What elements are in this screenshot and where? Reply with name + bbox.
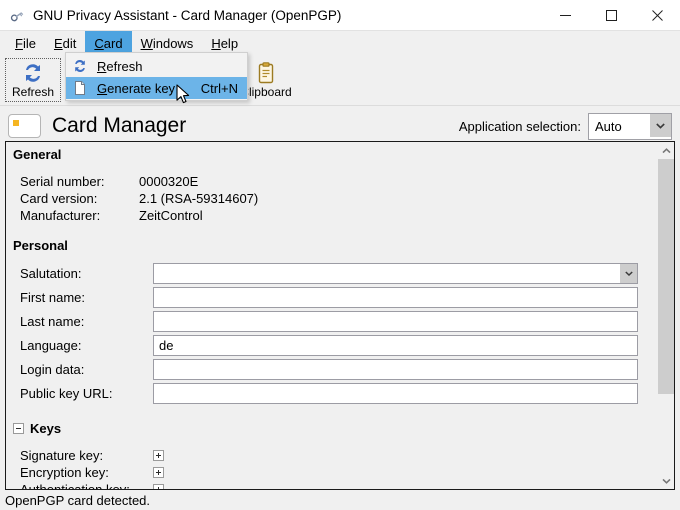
smartcard-chip [13,119,19,126]
label-last-name: Last name: [20,313,85,329]
application-selection-value: Auto [595,119,622,134]
row-serial-number: Serial number: 0000320E [6,173,658,190]
page-header: Card Manager Application selection: Auto [0,106,680,145]
menu-windows-label: indows [152,35,194,51]
menu-card-label: ard [103,35,123,51]
section-title-personal: Personal [13,238,68,253]
chevron-down-icon[interactable] [620,263,637,283]
row-salutation: Salutation: [6,261,658,285]
scrollbar-thumb[interactable] [658,159,674,394]
new-file-icon [75,81,85,95]
menu-item-generate-key-accelerator: Ctrl+N [200,80,238,96]
label-signature-key: Signature key: [20,448,104,463]
menu-item-generate-key[interactable]: Generate key Ctrl+N [66,77,247,99]
menu-edit-label: dit [62,35,77,51]
menu-file-label: ile [22,35,36,51]
scroll-up-button[interactable] [658,142,674,159]
page-title: Card Manager [52,113,187,137]
menu-card-mnemonic: C [94,35,104,51]
menu-file-mnemonic: F [15,35,23,51]
menu-windows-mnemonic: W [140,35,153,51]
card-details-panel: General Serial number: 0000320E Card ver… [5,141,658,490]
vertical-scrollbar[interactable] [658,141,675,490]
content-area: General Serial number: 0000320E Card ver… [5,141,675,490]
chevron-up-icon [661,147,671,153]
menu-item-refresh-mnemonic: R [97,58,107,74]
section-title-general: General [13,147,62,162]
label-salutation: Salutation: [20,265,82,281]
value-serial-number: 0000320E [139,174,199,189]
clipboard-icon [258,62,274,84]
label-card-version: Card version: [20,191,98,206]
maximize-button[interactable] [588,0,634,31]
toolbar-clipboard-label: Clipboard [240,85,292,99]
keys-collapse-toggle[interactable] [13,423,24,434]
row-card-version: Card version: 2.1 (RSA-59314607) [6,190,658,207]
label-serial-number: Serial number: [20,174,105,189]
menu-edit-mnemonic: E [53,35,63,51]
row-authentication-key: Authentication key: [6,481,658,490]
row-first-name: First name: [6,285,658,309]
title-bar: GNU Privacy Assistant - Card Manager (Op… [0,0,680,31]
label-public-key-url: Public key URL: [20,385,113,401]
row-login-data: Login data: [6,357,658,381]
toolbar-refresh-button[interactable]: Refresh [4,57,62,103]
section-header-keys: Keys [6,421,658,436]
menu-item-refresh-label: Refresh [97,58,143,74]
refresh-icon [75,59,85,73]
chevron-down-icon[interactable] [650,114,671,137]
value-card-version: 2.1 (RSA-59314607) [139,191,259,206]
card-menu-dropdown: Refresh Generate key Ctrl+N [65,52,248,101]
public-key-url-input[interactable] [153,382,638,404]
row-signature-key: Signature key: [6,447,658,464]
label-authentication-key: Authentication key: [20,482,130,490]
row-language: Language: de [6,333,658,357]
encryption-key-expand-toggle[interactable] [153,467,164,478]
login-data-input[interactable] [153,358,638,380]
language-input[interactable]: de [153,334,638,356]
language-value: de [159,337,174,353]
menu-help-mnemonic: H [211,35,221,51]
toolbar-refresh-label: Refresh [11,85,55,99]
close-button[interactable] [634,0,680,31]
signature-key-expand-toggle[interactable] [153,450,164,461]
refresh-icon [26,64,40,82]
label-manufacturer: Manufacturer: [20,208,101,223]
application-selection-label: Application selection: [458,119,581,134]
smartcard-icon [8,113,41,138]
menu-file[interactable]: File [6,31,45,55]
menu-item-generate-key-mnemonic: G [97,80,108,96]
status-message: OpenPGP card detected. [5,492,151,508]
value-manufacturer: ZeitControl [139,208,203,223]
row-manufacturer: Manufacturer: ZeitControl [6,207,658,224]
row-last-name: Last name: [6,309,658,333]
salutation-combobox[interactable] [153,262,638,284]
first-name-input[interactable] [153,286,638,308]
scroll-down-button[interactable] [658,472,674,489]
application-selection-combobox[interactable]: Auto [588,113,672,140]
label-language: Language: [20,337,82,353]
key-icon [9,8,25,24]
label-login-data: Login data: [20,361,85,377]
row-public-key-url: Public key URL: [6,381,658,405]
label-first-name: First name: [20,289,86,305]
menu-item-generate-key-label: Generate key [97,80,176,96]
row-encryption-key: Encryption key: [6,464,658,481]
status-bar: OpenPGP card detected. [0,490,680,510]
last-name-input[interactable] [153,310,638,332]
application-selection: Application selection: Auto [459,113,672,140]
chevron-down-icon [661,478,671,484]
menu-item-refresh[interactable]: Refresh [66,55,247,77]
window-controls [542,0,680,31]
window-title: GNU Privacy Assistant - Card Manager (Op… [33,8,342,23]
scrollbar-track[interactable] [658,159,674,472]
label-encryption-key: Encryption key: [20,465,109,480]
section-title-keys: Keys [30,421,62,436]
menu-help-label: elp [220,35,239,51]
minimize-button[interactable] [542,0,588,31]
